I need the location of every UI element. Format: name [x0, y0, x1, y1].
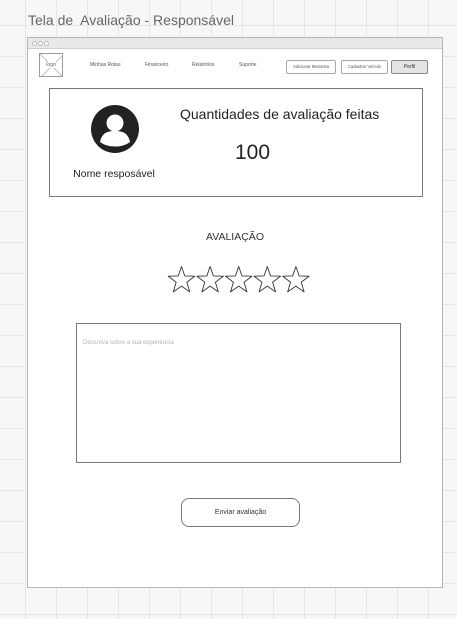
star-2-icon[interactable] — [196, 266, 224, 293]
browser-window: logo Minhas Rotas Financeiro Relatórios … — [27, 37, 443, 588]
nav-link-relatorios[interactable]: Relatórios — [192, 62, 215, 68]
logo-label: logo — [40, 62, 62, 68]
window-dot — [32, 41, 37, 46]
stats-card: Nome resposável Quantidades de avaliação… — [49, 88, 423, 197]
star-rating — [167, 265, 311, 295]
rating-title: AVALIAÇÃO — [206, 231, 264, 243]
add-driver-button[interactable]: Adicionar Motorista — [286, 60, 336, 74]
star-4-icon[interactable] — [253, 266, 282, 293]
star-1-icon[interactable] — [167, 266, 196, 293]
logo-placeholder[interactable]: logo — [39, 53, 63, 77]
experience-textarea[interactable] — [76, 323, 401, 463]
responsible-name: Nome resposável — [73, 168, 155, 180]
star-5-icon[interactable] — [282, 266, 310, 293]
browser-title-bar — [28, 38, 442, 49]
evaluations-count-label: Quantidades de avaliação feitas — [180, 106, 380, 122]
evaluations-count-value: 100 — [235, 141, 271, 164]
nav-link-minhas-rotas[interactable]: Minhas Rotas — [90, 62, 121, 68]
window-dot — [44, 41, 49, 46]
nav-link-financeiro[interactable]: Financeiro — [145, 62, 168, 68]
nav-link-suporte[interactable]: Suporte — [239, 62, 257, 68]
register-vehicle-button[interactable]: Cadastrar Veículo — [341, 60, 388, 74]
window-dot — [38, 41, 43, 46]
star-rating-svg — [167, 266, 310, 293]
submit-rating-button[interactable]: Enviar avaliação — [181, 498, 300, 527]
user-avatar-icon — [91, 105, 139, 153]
profile-button[interactable]: Perfil — [391, 60, 428, 74]
star-3-icon[interactable] — [224, 266, 253, 293]
page-title: Tela de Avaliação - Responsável — [28, 12, 234, 28]
